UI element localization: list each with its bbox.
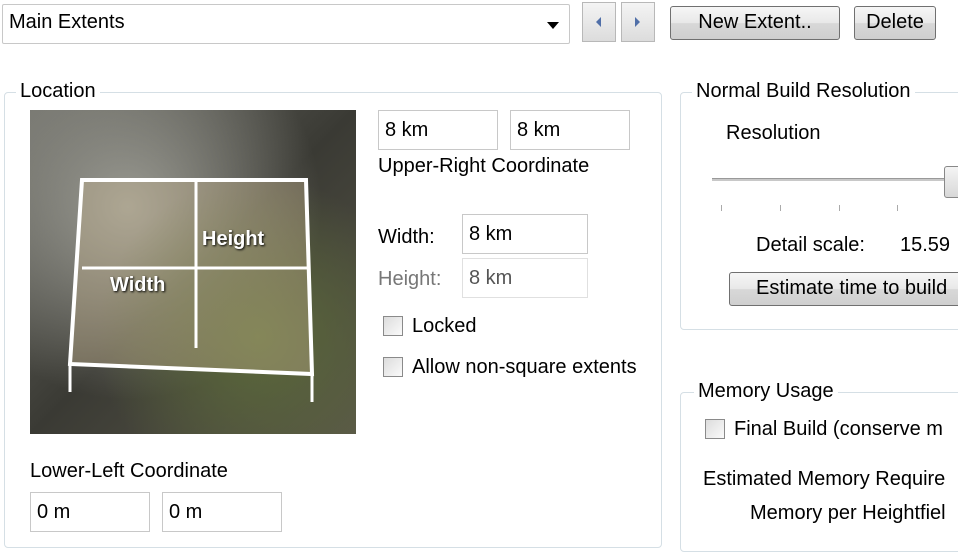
slider-tick	[721, 205, 722, 211]
extent-select[interactable]: Main Extents	[2, 4, 570, 44]
upper-right-y-input[interactable]: 8 km	[510, 110, 630, 150]
width-label: Width:	[378, 226, 435, 248]
image-height-label: Height	[202, 228, 265, 250]
new-extent-button[interactable]: New Extent..	[670, 6, 840, 40]
resolution-title: Normal Build Resolution	[692, 80, 915, 102]
upper-right-x-input[interactable]: 8 km	[378, 110, 498, 150]
upper-right-label: Upper-Right Coordinate	[378, 155, 590, 177]
locked-label: Locked	[412, 315, 477, 337]
slider-tick	[780, 205, 781, 211]
slider-tick	[897, 205, 898, 211]
image-width-label: Width	[110, 274, 166, 296]
final-build-checkbox[interactable]	[705, 419, 725, 439]
resolution-slider-track[interactable]	[712, 178, 958, 181]
resolution-slider-thumb[interactable]	[944, 166, 958, 198]
chevron-down-icon	[547, 22, 559, 29]
lower-left-y-input[interactable]: 0 m	[162, 492, 282, 532]
allow-non-square-label: Allow non-square extents	[412, 356, 637, 378]
extent-select-value: Main Extents	[9, 11, 125, 33]
delete-button[interactable]: Delete	[854, 6, 936, 40]
final-build-label: Final Build (conserve m	[734, 418, 943, 440]
next-extent-button[interactable]	[621, 2, 655, 42]
memory-per-heightfield-label: Memory per Heightfiel	[750, 502, 946, 524]
terrain-image: Height Width	[30, 110, 356, 434]
detail-scale-value: 15.59	[900, 234, 951, 256]
estimated-memory-label: Estimated Memory Require	[703, 468, 946, 490]
height-label: Height:	[378, 268, 442, 290]
height-input[interactable]: 8 km	[462, 258, 588, 298]
triangle-left-icon	[596, 17, 601, 27]
resolution-label: Resolution	[726, 122, 821, 144]
prev-extent-button[interactable]	[582, 2, 616, 42]
detail-scale-label: Detail scale:	[756, 234, 865, 256]
locked-checkbox[interactable]	[383, 316, 403, 336]
allow-non-square-checkbox[interactable]	[383, 357, 403, 377]
lower-left-x-input[interactable]: 0 m	[30, 492, 150, 532]
location-title: Location	[16, 80, 100, 102]
slider-tick	[839, 205, 840, 211]
memory-title: Memory Usage	[694, 380, 838, 402]
width-input[interactable]: 8 km	[462, 214, 588, 254]
lower-left-label: Lower-Left Coordinate	[30, 460, 228, 482]
estimate-time-button[interactable]: Estimate time to build	[729, 272, 958, 306]
triangle-right-icon	[635, 17, 640, 27]
